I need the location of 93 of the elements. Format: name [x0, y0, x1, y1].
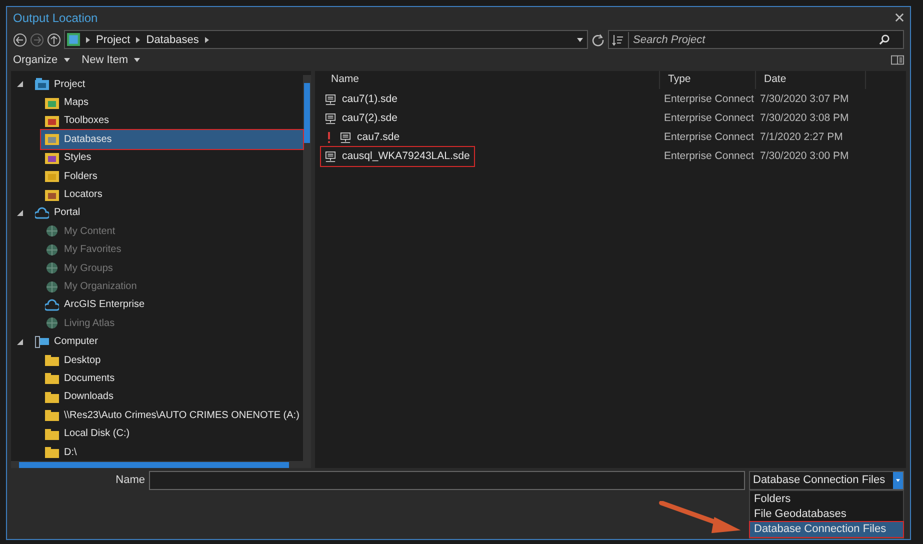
folder-icon [45, 170, 59, 182]
name-label: Name [114, 473, 146, 488]
dropdown-option[interactable]: Folders [750, 492, 903, 508]
table-cell-text: 7/30/2020 3:07 PM [759, 92, 849, 107]
column-header[interactable]: Name [315, 71, 660, 90]
address-bar[interactable]: Project Databases [64, 30, 588, 50]
globe-icon [45, 262, 59, 274]
caret-down-icon [134, 58, 140, 62]
folder-icon [45, 114, 59, 127]
search-input[interactable]: Search Project [628, 32, 875, 48]
folder-icon [45, 133, 59, 146]
file-item[interactable]: cau7(2).sde [321, 109, 402, 128]
tree-item[interactable]: My Favorites [41, 240, 126, 259]
refresh-icon[interactable] [591, 32, 605, 47]
dropdown-option[interactable]: File Geodatabases [750, 507, 903, 522]
project-folder-icon [35, 78, 49, 90]
folder-icon [45, 96, 59, 109]
table-cell-text: 7/30/2020 3:00 PM [759, 148, 849, 164]
chevron-right-icon [86, 36, 90, 43]
globe-icon [45, 225, 59, 238]
breadcrumb-item[interactable]: Databases [146, 32, 199, 48]
tree-item[interactable]: Styles [41, 148, 96, 167]
dropdown-option[interactable]: Database Connection Files [750, 522, 903, 538]
globe-icon [45, 317, 59, 330]
chevron-right-icon [136, 36, 140, 43]
file-item[interactable]: cau7(1).sde [321, 90, 402, 110]
globe-icon [45, 280, 59, 292]
database-connection-icon [325, 94, 336, 106]
map-icon [67, 33, 80, 46]
tree-item[interactable]: Living Atlas [41, 314, 119, 332]
expand-caret-icon[interactable] [17, 210, 23, 216]
tree-item[interactable]: D:\ [41, 442, 81, 462]
table-cell-text: 7/30/2020 3:08 PM [759, 110, 849, 126]
file-type-dropdown[interactable]: Database Connection Files [749, 471, 904, 490]
tree-item[interactable]: Maps [41, 93, 92, 112]
caret-down-icon [64, 58, 70, 62]
toolbar-menu-button[interactable]: Organize [13, 52, 70, 69]
tree-item[interactable]: Local Disk (C:) [41, 424, 134, 443]
folder-icon [45, 409, 59, 422]
toolbar-menu-button[interactable]: New Item [82, 52, 140, 69]
folder-icon [45, 428, 59, 440]
tree-item[interactable]: Documents [41, 369, 119, 388]
search-field[interactable]: Search Project [608, 30, 904, 50]
expand-caret-icon[interactable] [17, 338, 23, 345]
column-header[interactable]: Date [756, 71, 866, 90]
dropdown-caret-icon[interactable] [577, 38, 583, 42]
folder-icon [45, 446, 59, 458]
cloud-icon [35, 206, 49, 219]
expand-caret-icon[interactable] [17, 81, 23, 88]
tree-item[interactable]: My Groups [41, 258, 117, 278]
cloud-icon [45, 298, 59, 311]
file-item[interactable]: causql_WKA79243LAL.sde [321, 147, 474, 166]
tree-item[interactable]: My Content [41, 222, 120, 241]
database-connection-icon [325, 150, 336, 163]
database-connection-icon [340, 132, 351, 144]
tree-item[interactable]: Databases [41, 130, 303, 149]
tree-item[interactable]: Downloads [41, 388, 118, 406]
folder-icon [45, 372, 59, 384]
folder-icon [45, 390, 59, 403]
tree-item[interactable]: Project [31, 75, 90, 94]
sort-icon[interactable] [612, 34, 624, 46]
breadcrumb-item[interactable]: Project [96, 32, 130, 48]
horizontal-scrollbar[interactable] [11, 461, 311, 468]
vertical-scrollbar[interactable] [303, 75, 311, 462]
column-header[interactable]: Type [660, 71, 756, 90]
table-cell: Enterprise Connect [664, 112, 754, 124]
tree-item[interactable]: Folders [41, 166, 102, 186]
table-cell: Enterprise Connect [664, 92, 754, 105]
layout-icon[interactable] [891, 55, 904, 66]
close-icon[interactable] [895, 13, 904, 22]
caret-down-icon [896, 479, 900, 482]
window-title: Output Location [13, 10, 98, 27]
table-cell: Enterprise Connect [664, 130, 754, 143]
globe-icon [45, 244, 59, 256]
folder-icon [45, 354, 59, 366]
tree-item[interactable]: Desktop [41, 350, 105, 370]
computer-icon [35, 336, 49, 348]
tree-item[interactable]: ArcGIS Enterprise [41, 296, 149, 314]
tree-item[interactable]: Computer [31, 332, 102, 351]
database-connection-icon [325, 112, 336, 125]
chevron-right-icon [204, 36, 209, 43]
search-icon[interactable] [879, 34, 890, 46]
folder-icon [45, 188, 59, 201]
tree-item[interactable]: Locators [41, 185, 106, 204]
file-item[interactable]: cau7.sde [336, 128, 404, 148]
tree-item[interactable]: Portal [31, 204, 84, 222]
folder-icon [45, 152, 59, 164]
name-input-field[interactable] [149, 471, 745, 490]
tree-item[interactable]: \\Res23\Auto Crimes\AUTO CRIMES ONENOTE (A:) [41, 406, 304, 424]
table-cell-text: 7/1/2020 2:27 PM [759, 130, 843, 145]
table-cell: Enterprise Connect [664, 150, 754, 162]
tree-item[interactable]: Toolboxes [41, 112, 114, 130]
tree-item[interactable]: My Organization [41, 277, 141, 296]
